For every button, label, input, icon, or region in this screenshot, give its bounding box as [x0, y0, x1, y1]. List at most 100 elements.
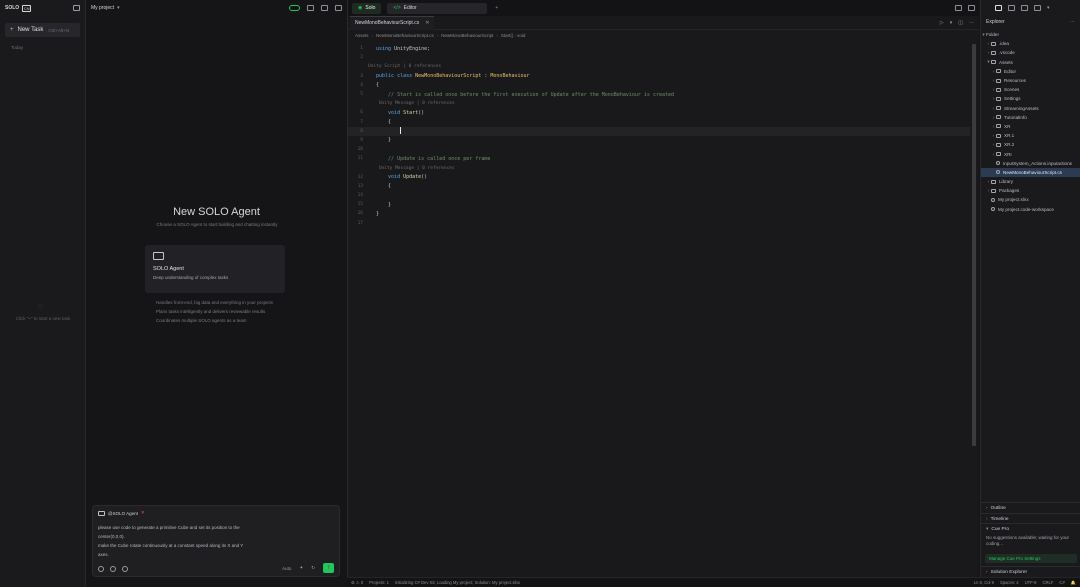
code-line[interactable]: 3 public class NewMonoBehaviourScript : M…	[348, 72, 970, 81]
breadcrumb-item[interactable]: NewMonoBehaviourScript.cs	[376, 33, 434, 38]
close-icon[interactable]: ✕	[141, 510, 145, 516]
file-tab[interactable]: NewMonoBehaviourScript.cs ✕	[350, 15, 435, 30]
tree-item[interactable]: › Scenes	[981, 85, 1080, 94]
image-icon[interactable]	[110, 566, 116, 572]
code-line[interactable]: 12 void Update()	[348, 173, 970, 182]
refresh-icon[interactable]: ↻	[311, 565, 315, 571]
tree-item[interactable]: ▾ Assets	[981, 58, 1080, 67]
tree-item-label: Settings	[1004, 96, 1021, 102]
tree-item[interactable]: › Library	[981, 177, 1080, 186]
editor-scrollbar[interactable]	[972, 44, 976, 446]
new-task-button[interactable]: + New Task Ctrl+Alt+N	[5, 23, 80, 37]
send-button[interactable]: ↑	[323, 563, 334, 573]
status-item[interactable]: Ln 8, Col 9	[974, 580, 994, 586]
files-icon[interactable]	[995, 5, 1002, 11]
search-icon[interactable]	[1008, 5, 1015, 11]
code-line[interactable]: 10	[348, 145, 970, 154]
tree-item[interactable]: › Editor	[981, 67, 1080, 76]
status-toggle-icon[interactable]	[289, 5, 300, 11]
tree-item-label: Resources	[1004, 78, 1026, 84]
agent-mention-chip[interactable]: @SOLO Agent ✕	[98, 509, 145, 517]
status-item[interactable]: C#	[1059, 580, 1064, 586]
status-icons[interactable]: ⚙ ⚠ 0	[351, 580, 363, 585]
close-icon[interactable]: ✕	[425, 20, 429, 26]
attach-icon[interactable]	[122, 566, 128, 572]
tree-item[interactable]: › .vscode	[981, 48, 1080, 57]
chevron-down-icon[interactable]: ▾	[1047, 5, 1050, 11]
code-lens-text[interactable]: Unity Script | 0 references	[348, 64, 441, 69]
status-item[interactable]: CRLF	[1042, 580, 1053, 586]
tree-item[interactable]: › XRI	[981, 149, 1080, 158]
code-line[interactable]: 7 {	[348, 118, 970, 127]
tree-item[interactable]: › Settings	[981, 94, 1080, 103]
status-item[interactable]: UTF-8	[1025, 580, 1037, 586]
code-lens[interactable]: Unity Message | 0 references	[348, 99, 970, 108]
status-item[interactable]: Spaces: 4	[1000, 580, 1019, 586]
tree-root[interactable]: ▾ Folder	[981, 30, 1080, 39]
run-icon[interactable]: ▷	[940, 20, 944, 26]
solo-agent-card[interactable]: SOLO Agent Deep understanding of complex…	[145, 245, 285, 293]
code-line[interactable]: 16}	[348, 209, 970, 218]
solution-explorer-section[interactable]: › Solution Explorer	[981, 566, 1080, 577]
code-line[interactable]: 1 using UnityEngine;	[348, 44, 970, 53]
context-icon[interactable]	[98, 566, 104, 572]
code-line[interactable]: 9 }	[348, 136, 970, 145]
more-icon[interactable]: ⋯	[1070, 19, 1075, 25]
bell-icon[interactable]: 🔔	[1071, 580, 1076, 586]
code-line[interactable]: 14	[348, 191, 970, 200]
tree-item[interactable]: › XR.2	[981, 140, 1080, 149]
chat-composer[interactable]: @SOLO Agent ✕ please use code to generat…	[92, 505, 340, 577]
project-name[interactable]: My project	[91, 5, 114, 11]
cue-pro-settings-button[interactable]: Manage Cue Pro Settings	[985, 554, 1077, 563]
tree-item[interactable]: InputSystem_Actions.inputactions	[981, 159, 1080, 168]
tree-item[interactable]: › XR	[981, 122, 1080, 131]
code-lens[interactable]: Unity Script | 0 references	[348, 62, 970, 71]
maximize-icon[interactable]	[968, 5, 975, 11]
tree-item[interactable]: › Packages	[981, 186, 1080, 195]
code-line[interactable]: 2	[348, 53, 970, 62]
tree-item[interactable]: › XR.1	[981, 131, 1080, 140]
tab-solo[interactable]: ◉ Solo	[352, 2, 382, 14]
tree-item[interactable]: › StreamingAssets	[981, 104, 1080, 113]
tree-item[interactable]: › Resources	[981, 76, 1080, 85]
tree-item[interactable]: NewMonoBehaviourScript.cs	[981, 167, 1080, 177]
code-lens-text[interactable]: Unity Message | 0 references	[348, 166, 455, 171]
breadcrumb-item[interactable]: Start() : void	[501, 33, 526, 38]
tree-item[interactable]: › TutorialInfo	[981, 113, 1080, 122]
code-lens[interactable]: Unity Message | 0 references	[348, 163, 970, 172]
outline-section[interactable]: › Outline	[981, 502, 1080, 513]
expand-icon[interactable]	[307, 5, 314, 11]
more-icon[interactable]: ⋯	[969, 20, 974, 26]
status-projects[interactable]: Projects: 1	[369, 580, 389, 585]
code-line[interactable]: 11 // Update is called once per frame	[348, 154, 970, 163]
tree-item[interactable]: My project.slnx	[981, 195, 1080, 204]
code-line[interactable]: 13 {	[348, 182, 970, 191]
prompt-input[interactable]: please use code to generate a primitive …	[98, 523, 278, 559]
chevron-down-icon[interactable]: ▾	[950, 20, 953, 26]
split-editor-icon[interactable]: ◫	[958, 20, 963, 26]
code-line[interactable]: 15 }	[348, 200, 970, 209]
extensions-icon[interactable]	[1034, 5, 1041, 11]
tab-editor[interactable]: </> Editor	[387, 2, 488, 14]
code-line[interactable]: 4{	[348, 81, 970, 90]
source-control-icon[interactable]	[1021, 5, 1028, 11]
chevron-down-icon[interactable]: ▾	[117, 5, 120, 11]
code-line[interactable]: 17	[348, 219, 970, 228]
layout-icon[interactable]	[321, 5, 328, 11]
code-line[interactable]: 5 // Start is called once before the fir…	[348, 90, 970, 99]
code-line[interactable]: 8	[348, 126, 970, 136]
add-tab-icon[interactable]: +	[493, 3, 500, 14]
split-icon[interactable]	[955, 5, 962, 11]
code-line[interactable]: 6 void Start()	[348, 108, 970, 117]
breadcrumb-item[interactable]: Assets	[355, 33, 369, 38]
magic-icon[interactable]: ✦	[299, 565, 303, 571]
cue-pro-section[interactable]: ▾ Cue Pro	[981, 523, 1080, 534]
mode-select[interactable]: Auto	[282, 566, 291, 571]
tree-item[interactable]: My project.code-workspace	[981, 205, 1080, 214]
code-area[interactable]: 1 using UnityEngine; 2 Unity Script | 0 ref…	[348, 44, 970, 228]
breadcrumb-item[interactable]: NewMonoBehaviourScript	[441, 33, 493, 38]
tree-item[interactable]: › .idea	[981, 39, 1080, 48]
panel-icon[interactable]	[335, 5, 342, 11]
sidebar-toggle-icon[interactable]	[73, 5, 80, 11]
code-lens-text[interactable]: Unity Message | 0 references	[348, 101, 455, 106]
